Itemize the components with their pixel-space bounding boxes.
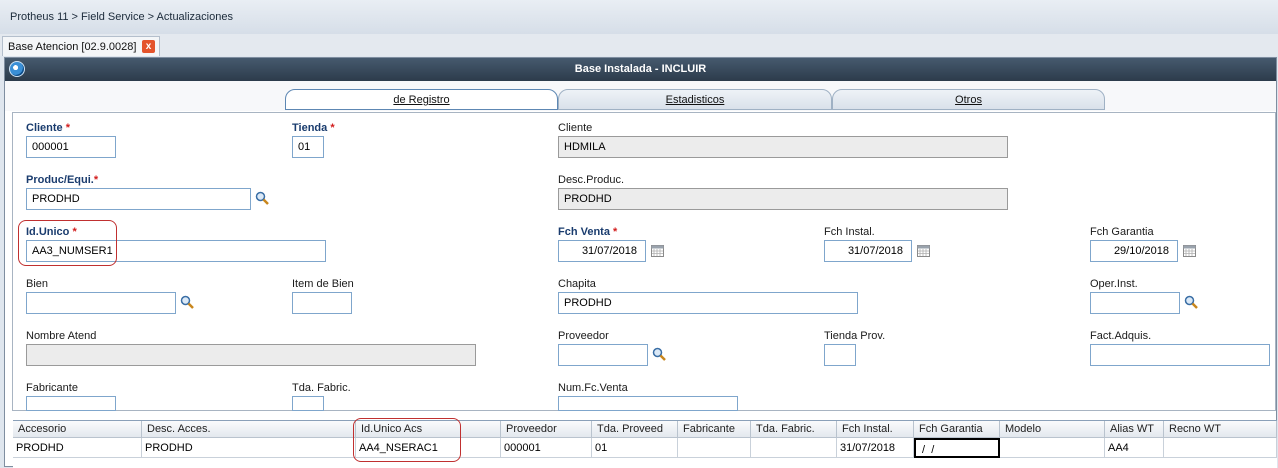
- num-fc-venta-label: Num.Fc.Venta: [558, 382, 628, 394]
- grid-header-tda-proveed[interactable]: Tda. Proveed: [592, 421, 678, 438]
- calendar-icon[interactable]: [917, 245, 930, 257]
- nombre-atend-field: [26, 344, 476, 366]
- document-tab[interactable]: Base Atencion [02.9.0028] x: [2, 36, 160, 56]
- grid-header-recno-wt[interactable]: Recno WT: [1164, 421, 1277, 438]
- tienda-field[interactable]: 01: [292, 136, 324, 158]
- fact-adquis-label: Fact.Adquis.: [1090, 330, 1152, 342]
- bien-label: Bien: [26, 278, 49, 290]
- tab-estadisticos[interactable]: Estadisticos: [558, 89, 832, 110]
- chapita-label: Chapita: [558, 278, 596, 290]
- fabricante-label: Fabricante: [26, 382, 78, 394]
- grid-cell-proveedor[interactable]: 000001: [501, 438, 592, 458]
- bien-field[interactable]: [26, 292, 176, 314]
- document-tab-label: Base Atencion [02.9.0028]: [8, 41, 137, 53]
- grid-header-fch-garantia[interactable]: Fch Garantia: [914, 421, 1000, 438]
- search-icon[interactable]: [1184, 295, 1198, 309]
- nombre-atend-label: Nombre Atend: [26, 330, 97, 342]
- grid-cell-tda-proveed[interactable]: 01: [592, 438, 678, 458]
- fch-garantia-field[interactable]: 29/10/2018: [1090, 240, 1178, 262]
- window-titlebar: Base Instalada - INCLUIR: [5, 58, 1276, 81]
- search-icon[interactable]: [652, 347, 666, 361]
- proveedor-field[interactable]: [558, 344, 648, 366]
- grid-header-desc-acces[interactable]: Desc. Acces.: [142, 421, 356, 438]
- fch-instal-field[interactable]: 31/07/2018: [824, 240, 912, 262]
- item-bien-field[interactable]: [292, 292, 352, 314]
- grid-cell-fch-garantia[interactable]: / /: [914, 438, 1000, 458]
- fact-adquis-field[interactable]: [1090, 344, 1270, 366]
- grid-cell-modelo[interactable]: [1000, 438, 1105, 458]
- grid-header-alias-wt[interactable]: Alias WT: [1105, 421, 1164, 438]
- proveedor-label: Proveedor: [558, 330, 609, 342]
- grid-header-proveedor[interactable]: Proveedor: [501, 421, 592, 438]
- calendar-icon[interactable]: [651, 245, 664, 257]
- grid-cell-fch-instal[interactable]: 31/07/2018: [837, 438, 914, 458]
- produc-label: Produc/Equi.*: [26, 174, 99, 186]
- close-icon[interactable]: x: [142, 40, 155, 53]
- grid-header-tda-fabric[interactable]: Tda. Fabric.: [751, 421, 837, 438]
- item-bien-label: Item de Bien: [292, 278, 354, 290]
- fch-venta-label: Fch Venta *: [558, 226, 618, 238]
- fch-venta-field[interactable]: 31/07/2018: [558, 240, 646, 262]
- desc-produc-field: PRODHD: [558, 188, 1008, 210]
- grid-cell-fabricante[interactable]: [678, 438, 751, 458]
- document-tab-strip: [0, 34, 1278, 56]
- grid-header-accesorio[interactable]: Accesorio: [13, 421, 142, 438]
- fabricante-field[interactable]: [26, 396, 116, 411]
- grid-cell-alias-wt[interactable]: AA4: [1105, 438, 1164, 458]
- tienda-prov-field[interactable]: [824, 344, 856, 366]
- tda-fabric-label: Tda. Fabric.: [292, 382, 351, 394]
- breadcrumb-bar: Protheus 11 > Field Service > Actualizac…: [0, 0, 1278, 35]
- oper-inst-field[interactable]: [1090, 292, 1180, 314]
- fch-garantia-label: Fch Garantia: [1090, 226, 1154, 238]
- grid-cell-accesorio[interactable]: PRODHD: [13, 438, 142, 458]
- cliente-nombre-label: Cliente: [558, 122, 593, 134]
- cliente-label: Cliente *: [26, 122, 71, 134]
- tab-de-registro[interactable]: de Registro: [285, 89, 558, 110]
- tienda-label: Tienda *: [292, 122, 335, 134]
- tab-otros[interactable]: Otros: [832, 89, 1105, 110]
- fch-instal-label: Fch Instal.: [824, 226, 875, 238]
- calendar-icon[interactable]: [1183, 245, 1196, 257]
- tda-fabric-field[interactable]: [292, 396, 324, 411]
- grid-cell-recno-wt[interactable]: [1164, 438, 1277, 458]
- grid-cell-desc-acces[interactable]: PRODHD: [142, 438, 356, 458]
- chapita-field[interactable]: PRODHD: [558, 292, 858, 314]
- oper-inst-label: Oper.Inst.: [1090, 278, 1138, 290]
- cliente-nombre-field: HDMILA: [558, 136, 1008, 158]
- tienda-prov-label: Tienda Prov.: [824, 330, 886, 342]
- id-unico-highlight: [18, 220, 117, 266]
- grid-cell-tda-fabric[interactable]: [751, 438, 837, 458]
- grid-header-fch-instal[interactable]: Fch Instal.: [837, 421, 914, 438]
- search-icon[interactable]: [255, 191, 269, 205]
- id-unico-acs-highlight: [353, 418, 461, 462]
- grid-header-modelo[interactable]: Modelo: [1000, 421, 1105, 438]
- grid-header-fabricante[interactable]: Fabricante: [678, 421, 751, 438]
- breadcrumb: Protheus 11 > Field Service > Actualizac…: [10, 11, 233, 23]
- search-icon[interactable]: [180, 295, 194, 309]
- desc-produc-label: Desc.Produc.: [558, 174, 625, 186]
- cliente-field[interactable]: 000001: [26, 136, 116, 158]
- produc-field[interactable]: PRODHD: [26, 188, 251, 210]
- window-title: Base Instalada - INCLUIR: [574, 63, 707, 75]
- num-fc-venta-field[interactable]: [558, 396, 738, 411]
